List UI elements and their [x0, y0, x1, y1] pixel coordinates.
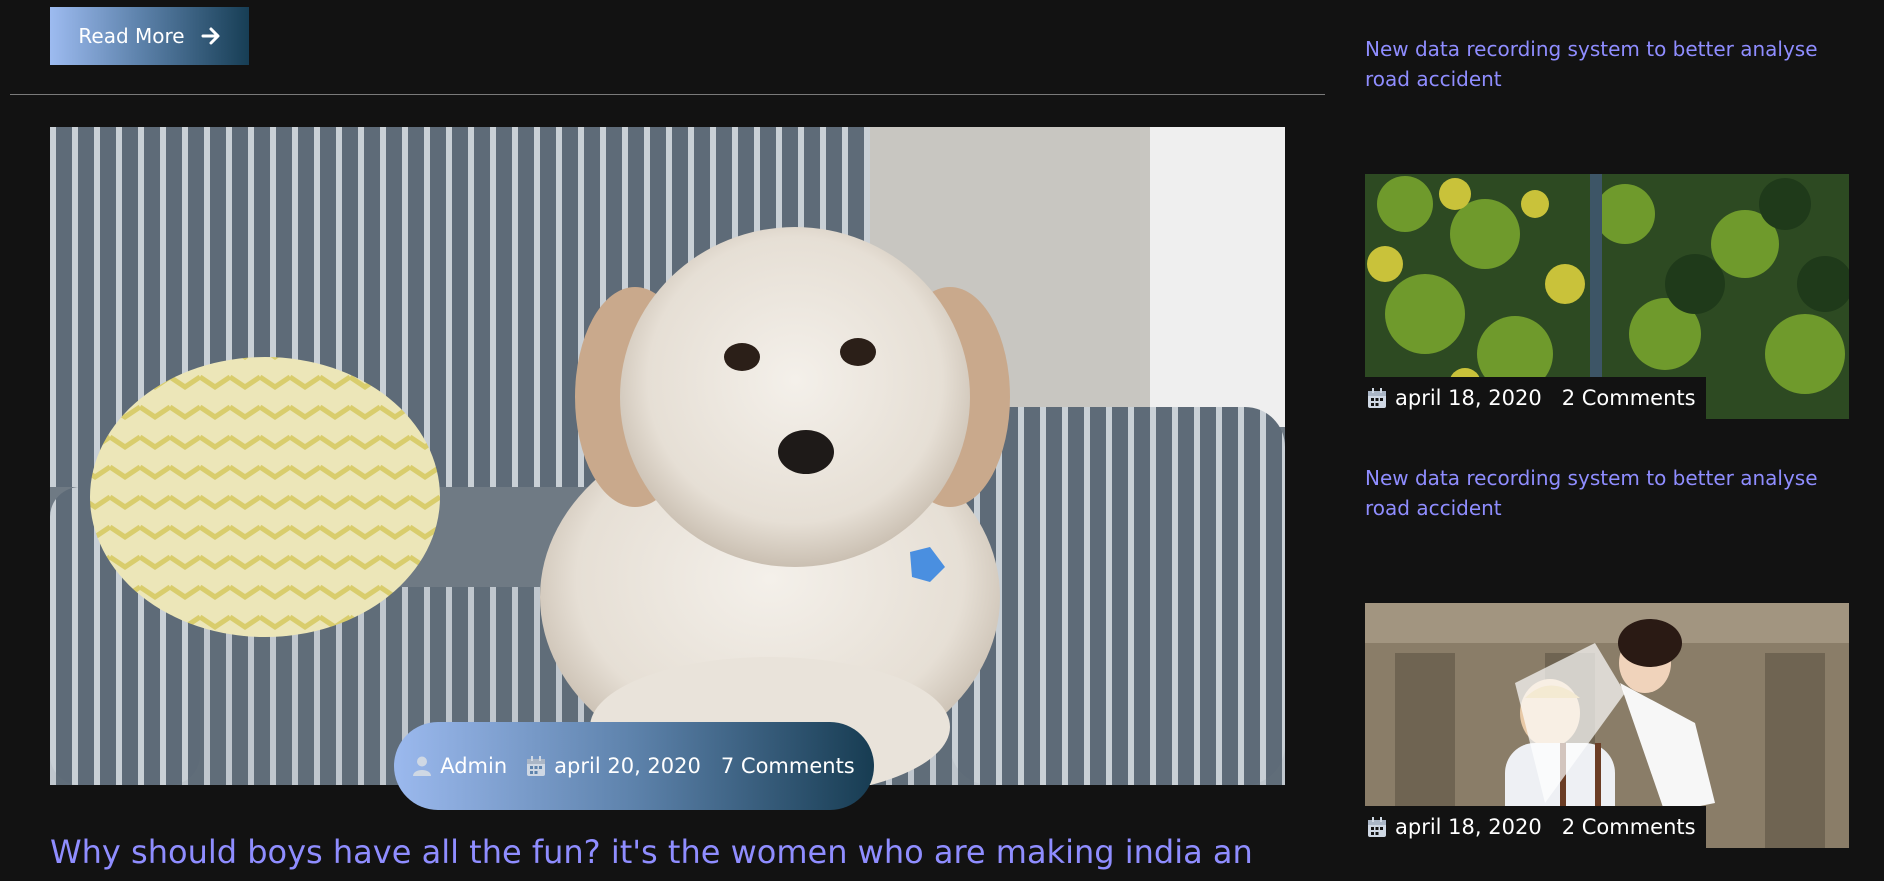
arrow-right-icon	[201, 26, 221, 46]
sidebar-post-title[interactable]: New data recording system to better anal…	[1365, 463, 1825, 523]
post-date-text: april 20, 2020	[554, 754, 701, 778]
sidebar-post-thumbnail[interactable]: april 18, 2020 2 Comments	[1365, 174, 1849, 419]
read-more-button[interactable]: Read More	[50, 7, 249, 65]
sidebar-post-title[interactable]: New data recording system to better anal…	[1365, 34, 1825, 94]
sidebar-post-date-text: april 18, 2020	[1395, 815, 1542, 839]
calendar-icon	[1368, 817, 1386, 837]
sidebar-post-comments[interactable]: 2 Comments	[1562, 815, 1696, 839]
user-icon	[413, 756, 432, 776]
sidebar-post-date[interactable]: april 18, 2020	[1368, 386, 1542, 410]
post-featured-image[interactable]	[50, 127, 1285, 785]
sidebar-post-date-text: april 18, 2020	[1395, 386, 1542, 410]
post-author-name: Admin	[440, 754, 508, 778]
sidebar-post-thumbnail[interactable]: april 18, 2020 2 Comments	[1365, 603, 1849, 848]
post-title[interactable]: Why should boys have all the fun? it's t…	[50, 832, 1290, 872]
post-meta: Admin april 20, 2020 7 Comments	[394, 722, 874, 810]
read-more-label: Read More	[78, 24, 185, 48]
sidebar-post-meta: april 18, 2020 2 Comments	[1365, 806, 1706, 848]
sidebar-post-comments[interactable]: 2 Comments	[1562, 386, 1696, 410]
sidebar-post-meta: april 18, 2020 2 Comments	[1365, 377, 1706, 419]
post-author[interactable]: Admin	[413, 754, 507, 778]
divider	[10, 94, 1325, 95]
post-date[interactable]: april 20, 2020	[527, 754, 701, 778]
calendar-icon	[1368, 388, 1386, 408]
post-comments[interactable]: 7 Comments	[721, 754, 855, 778]
sidebar-post-date[interactable]: april 18, 2020	[1368, 815, 1542, 839]
calendar-icon	[527, 756, 546, 776]
post-comments-text: 7 Comments	[720, 754, 855, 778]
